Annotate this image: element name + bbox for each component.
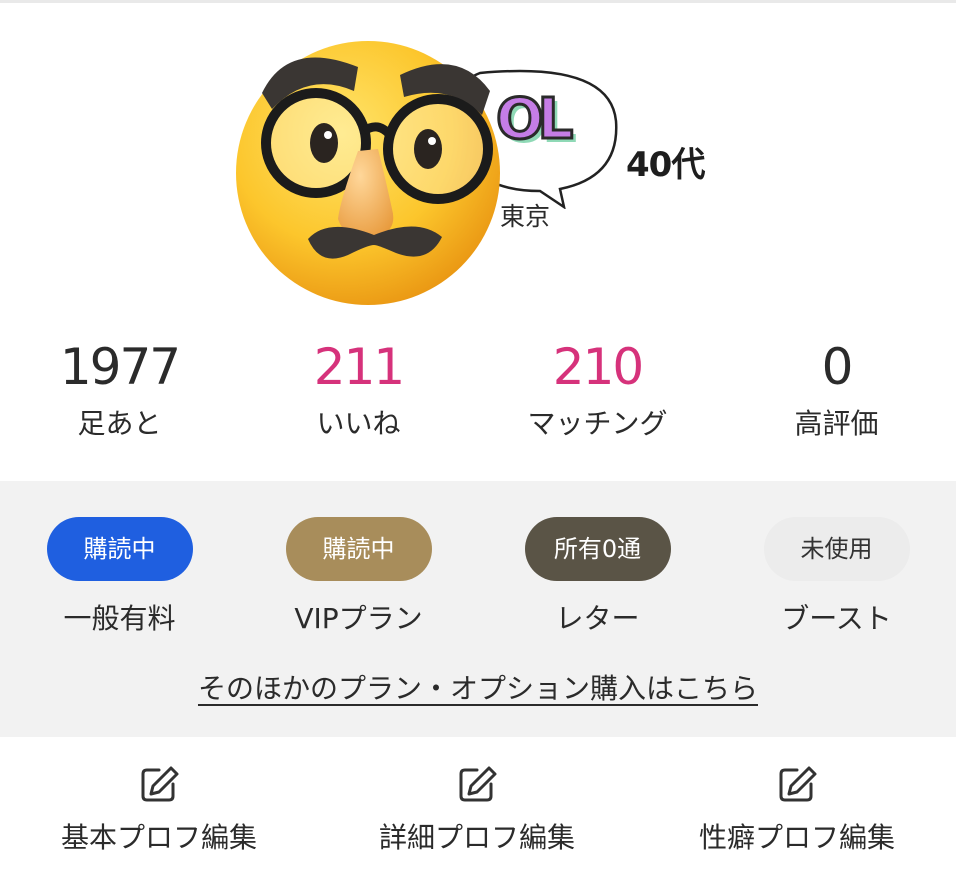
status-badge: 購読中 — [46, 517, 193, 581]
plans-panel: 購読中 一般有料 購読中 VIPプラン 所有0通 レター 未使用 ブースト その… — [0, 481, 956, 737]
status-badge: 所有0通 — [524, 517, 671, 581]
edit-label: 性癖プロフ編集 — [698, 821, 895, 854]
plan-label: 一般有料 — [63, 602, 176, 635]
stat-label: マッチング — [527, 407, 668, 440]
edit-icon — [779, 766, 817, 802]
avatar[interactable] — [228, 31, 508, 311]
stat-value: 211 — [313, 338, 405, 396]
edit-icon — [459, 766, 497, 802]
edit-label: 基本プロフ編集 — [60, 821, 257, 854]
stat-label: 足あと — [77, 407, 162, 440]
age-label: 40代 — [626, 145, 705, 185]
status-badge: 購読中 — [285, 517, 432, 581]
status-badge: 未使用 — [763, 517, 910, 581]
edit-icon — [141, 766, 179, 802]
stat-high-rating[interactable]: 0 高評価 — [717, 330, 956, 444]
plan-letter[interactable]: 所有0通 レター — [478, 517, 717, 639]
stat-matching[interactable]: 210 マッチング — [478, 330, 717, 444]
profile-header: OL 40代 東京 — [0, 3, 956, 315]
stat-label: 高評価 — [794, 407, 879, 440]
plan-general[interactable]: 購読中 一般有料 — [0, 517, 239, 639]
edit-detail-profile-button[interactable]: 詳細プロフ編集 — [318, 762, 636, 858]
edit-fetish-profile-button[interactable]: 性癖プロフ編集 — [638, 762, 956, 858]
stats-row: 1977 足あと 211 いいね 210 マッチング 0 高評価 — [0, 330, 956, 470]
edit-basic-profile-button[interactable]: 基本プロフ編集 — [0, 762, 318, 858]
stat-value: 1977 — [59, 338, 181, 396]
stat-footprints[interactable]: 1977 足あと — [0, 330, 239, 444]
area-label: 東京 — [500, 202, 551, 231]
plan-label: レター — [555, 602, 640, 635]
plan-label: VIPプラン — [294, 602, 423, 635]
edit-label: 詳細プロフ編集 — [378, 821, 575, 854]
plan-label: ブースト — [781, 602, 892, 635]
plan-boost[interactable]: 未使用 ブースト — [717, 517, 956, 639]
plan-vip[interactable]: 購読中 VIPプラン — [239, 517, 478, 639]
bubble-text: OL — [496, 86, 575, 154]
other-plans-link[interactable]: そのほかのプラン・オプション購入はこちら — [0, 667, 956, 707]
edit-row: 基本プロフ編集 詳細プロフ編集 性癖プロフ編集 — [0, 738, 956, 873]
stat-likes[interactable]: 211 いいね — [239, 330, 478, 444]
stat-value: 210 — [552, 338, 644, 396]
stat-value: 0 — [821, 338, 854, 396]
stat-label: いいね — [316, 407, 401, 440]
